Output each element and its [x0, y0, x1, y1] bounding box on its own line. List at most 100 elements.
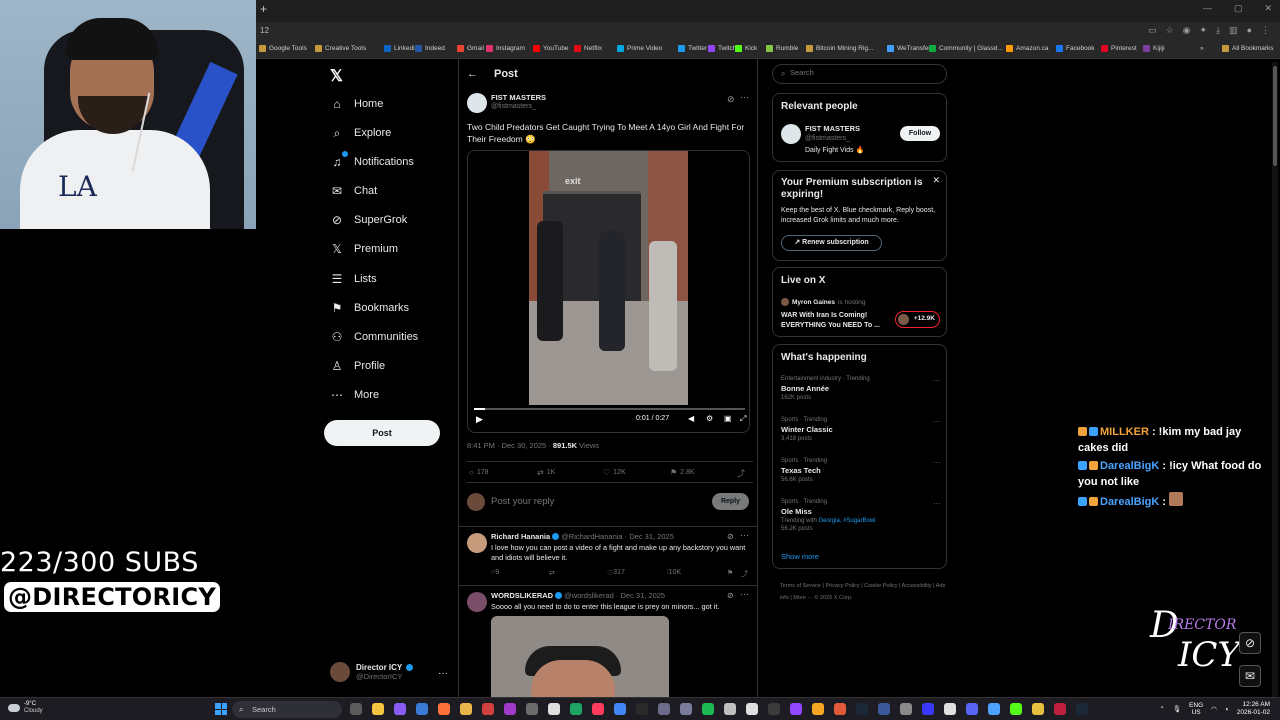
- search-input[interactable]: [790, 68, 940, 77]
- taskbar-app-icon[interactable]: [394, 703, 406, 715]
- bookmark-item[interactable]: Community | Glassd...: [929, 45, 1003, 52]
- taskbar-app-icon[interactable]: [944, 703, 956, 715]
- avatar[interactable]: [467, 592, 487, 612]
- taskbar-app-icon[interactable]: [482, 703, 494, 715]
- taskbar-app-icon[interactable]: [460, 703, 472, 715]
- search-box[interactable]: ⌕: [772, 64, 947, 84]
- reply-button[interactable]: Reply: [712, 493, 749, 510]
- person-handle[interactable]: @fistmasters_: [805, 135, 850, 142]
- video-player[interactable]: exit ▶ 0:01 / 0:27 ◀ ⚙ ▣ ⤢: [467, 150, 750, 433]
- bookmark-item[interactable]: Facebook: [1056, 45, 1095, 52]
- nav-item-home[interactable]: ⌂ Home: [330, 95, 383, 113]
- scrollbar[interactable]: [1272, 62, 1278, 697]
- grok-icon[interactable]: ⊘: [1239, 632, 1261, 654]
- close-icon[interactable]: ✕: [1264, 3, 1272, 14]
- taskbar-app-icon[interactable]: [416, 703, 428, 715]
- bookmark-item[interactable]: Rumble: [766, 45, 798, 52]
- trend-context-link[interactable]: Georgia, #SugarBowl: [818, 518, 875, 524]
- chevron-up-icon[interactable]: ⌃: [1159, 705, 1164, 713]
- live-host[interactable]: Myron Gaines is hosting: [781, 298, 865, 306]
- reply-item[interactable]: WORDSLIKERAD @wordslikerad · Dec 31, 2025…: [459, 585, 757, 697]
- trend-item[interactable]: Sports · Trending Winter Classic 3,418 pos…: [781, 417, 941, 442]
- taskbar-app-icon[interactable]: [438, 703, 450, 715]
- taskbar-search[interactable]: ⌕ Search: [232, 701, 342, 718]
- taskbar-app-icon[interactable]: [592, 703, 604, 715]
- grok-icon[interactable]: ⊘: [727, 532, 734, 541]
- views-action[interactable]: ⦙ 10K: [667, 569, 681, 577]
- bookmark-item[interactable]: Pinterest: [1101, 45, 1137, 52]
- back-arrow-icon[interactable]: ←: [467, 68, 478, 80]
- bookmark-item[interactable]: Prime Video: [617, 45, 662, 52]
- language-indicator[interactable]: ENG US: [1189, 702, 1203, 716]
- repost-action[interactable]: ⇄ 1K: [537, 468, 555, 477]
- taskbar-app-icon[interactable]: [988, 703, 1000, 715]
- taskbar-app-icon[interactable]: [878, 703, 890, 715]
- taskbar-app-icon[interactable]: [790, 703, 802, 715]
- bookmark-item[interactable]: Twitch: [708, 45, 736, 52]
- x-logo-icon[interactable]: 𝕏: [330, 66, 343, 86]
- taskbar-app-icon[interactable]: [834, 703, 846, 715]
- follow-button[interactable]: Follow: [900, 126, 940, 141]
- author-handle[interactable]: @fistmasters_: [491, 103, 536, 110]
- taskbar-app-icon[interactable]: [614, 703, 626, 715]
- nav-item-premium[interactable]: 𝕏 Premium: [330, 240, 398, 258]
- all-bookmarks[interactable]: All Bookmarks: [1222, 45, 1274, 52]
- bookmark-item[interactable]: Bitcoin Mining Rig...: [806, 45, 873, 52]
- nav-item-lists[interactable]: ☰ Lists: [330, 270, 377, 288]
- live-stream-title[interactable]: WAR With Iran Is Coming! EVERYTHING You …: [781, 311, 891, 331]
- more-icon[interactable]: ···: [933, 417, 941, 426]
- footer-links[interactable]: Terms of Service | Privacy Policy | Cook…: [780, 580, 950, 604]
- trend-item[interactable]: Sports · Trending Texas Tech 56.6K posts ··…: [781, 458, 941, 483]
- post-button[interactable]: Post: [324, 420, 440, 446]
- star-icon[interactable]: ☆: [1166, 25, 1174, 36]
- windows-start-icon[interactable]: [215, 703, 227, 715]
- trend-item[interactable]: Entertainment industry · Trending Bonne A…: [781, 376, 941, 401]
- author-name[interactable]: FIST MASTERS: [491, 93, 546, 102]
- nav-item-notifications[interactable]: ♫ Notifications: [330, 151, 414, 171]
- nav-item-bookmarks[interactable]: ⚑ Bookmarks: [330, 299, 409, 317]
- nav-item-profile[interactable]: ♙ Profile: [330, 357, 386, 375]
- bookmark-item[interactable]: Amazon.ca: [1006, 45, 1049, 52]
- nav-item-chat[interactable]: ✉ Chat: [330, 182, 377, 200]
- wifi-icon[interactable]: ◠: [1211, 705, 1217, 713]
- bookmark-item[interactable]: Creative Tools: [315, 45, 366, 52]
- pip-icon[interactable]: ▣: [724, 414, 732, 423]
- taskbar-app-icon[interactable]: [548, 703, 560, 715]
- sidebar-icon[interactable]: ▥: [1229, 25, 1238, 36]
- avatar[interactable]: [781, 124, 801, 144]
- grok-icon[interactable]: ⊘: [727, 591, 734, 600]
- download-icon[interactable]: ⤓: [1216, 25, 1220, 36]
- minimize-icon[interactable]: —: [1203, 3, 1212, 14]
- play-icon[interactable]: ▶: [476, 414, 483, 425]
- share-action[interactable]: ⤴: [737, 468, 745, 479]
- taskbar-app-icon[interactable]: [746, 703, 758, 715]
- reply-item[interactable]: Richard Hanania @RichardHanania · Dec 31,…: [459, 526, 757, 582]
- taskbar-app-icon[interactable]: [1076, 703, 1088, 715]
- taskbar-app-icon[interactable]: [658, 703, 670, 715]
- taskbar-app-icon[interactable]: [504, 703, 516, 715]
- taskbar-app-icon[interactable]: [724, 703, 736, 715]
- taskbar-app-icon[interactable]: [812, 703, 824, 715]
- video-progress-bar[interactable]: [474, 408, 745, 410]
- taskbar-app-icon[interactable]: [570, 703, 582, 715]
- close-icon[interactable]: ✕: [932, 175, 940, 186]
- volume-icon[interactable]: ◀: [688, 414, 694, 423]
- more-icon[interactable]: ···: [933, 499, 941, 508]
- volume-icon[interactable]: ◖: [1225, 706, 1229, 713]
- nav-item-explore[interactable]: ⌕ Explore: [330, 124, 392, 142]
- maximize-icon[interactable]: ▢: [1234, 3, 1243, 14]
- reply-media-image[interactable]: [491, 616, 669, 697]
- taskbar-app-icon[interactable]: [372, 703, 384, 715]
- bookmark-item[interactable]: Kick: [735, 45, 757, 52]
- bookmark-item[interactable]: WeTransfer: [887, 45, 931, 52]
- bookmark-item[interactable]: Linkedin: [384, 45, 418, 52]
- taskbar-app-icon[interactable]: [350, 703, 362, 715]
- fullscreen-icon[interactable]: ⤢: [740, 414, 746, 424]
- taskbar-app-icon[interactable]: [526, 703, 538, 715]
- reply-input[interactable]: [491, 496, 671, 507]
- bookmark-item[interactable]: Instagram: [486, 45, 525, 52]
- bookmark-item[interactable]: Indeed: [415, 45, 445, 52]
- bookmark-item[interactable]: Gmail: [457, 45, 484, 52]
- more-icon[interactable]: ···: [933, 376, 941, 385]
- taskbar-app-icon[interactable]: [1054, 703, 1066, 715]
